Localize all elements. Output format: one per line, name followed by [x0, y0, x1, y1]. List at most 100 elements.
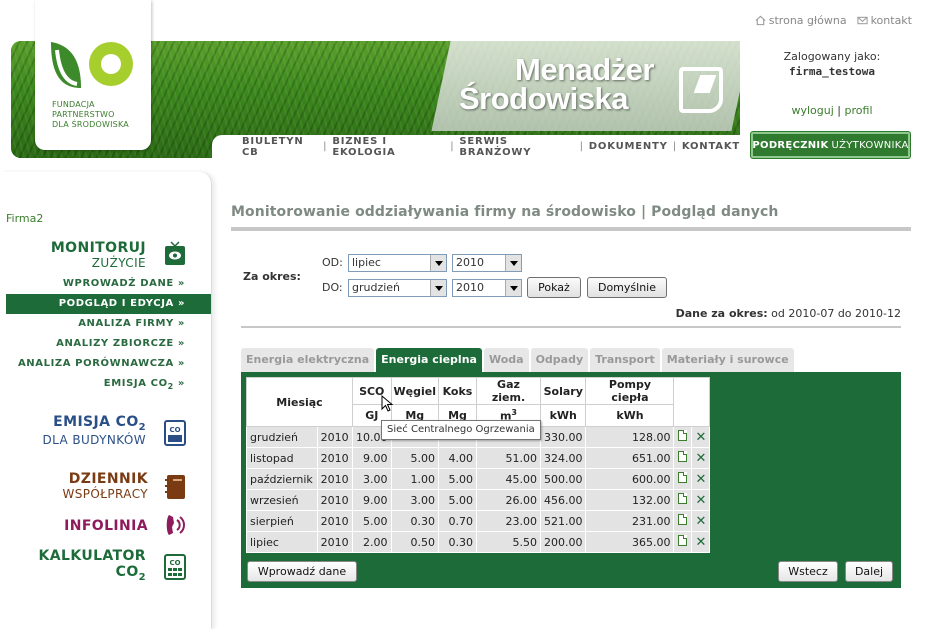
- menu-podglad-edycja[interactable]: PODGLĄD I EDYCJA »: [6, 294, 211, 314]
- document-icon: [678, 514, 688, 525]
- account-links: wyloguj | profil: [752, 104, 912, 117]
- account-links-separator: |: [837, 104, 842, 117]
- tab-materialy[interactable]: Materiały i surowce: [661, 348, 794, 372]
- menu-analiza-firmy[interactable]: ANALIZA FIRMY »: [6, 314, 211, 334]
- document-icon: [678, 451, 688, 462]
- show-button[interactable]: Pokaż: [527, 277, 581, 298]
- column-header-koks: Koks: [437, 377, 477, 405]
- table-row: lipiec 2010 2.00 0.50 0.30 5.50 200.00 365.00 ✕: [246, 531, 711, 553]
- next-button[interactable]: Dalej: [845, 561, 893, 582]
- mail-icon: [856, 16, 868, 25]
- value-cell: 456.00: [539, 489, 587, 511]
- page-title: Monitorowanie oddziaływania firmy na śro…: [231, 204, 779, 220]
- menu-analiza-porownawcza[interactable]: ANALIZA PORÓWNAWCZA »: [6, 354, 211, 374]
- value-cell: 5.50: [475, 531, 541, 553]
- dziennik-section-title[interactable]: DZIENNIK WSPÓŁPRACY: [20, 471, 148, 501]
- monitor-submenu: WPROWADŹ DANE » PODGLĄD I EDYCJA » ANALI…: [6, 274, 211, 394]
- value-cell: 26.00: [475, 489, 541, 511]
- firm-name[interactable]: Firma2: [6, 212, 43, 225]
- value-cell: 5.00: [437, 468, 477, 490]
- value-cell: 0.30: [390, 510, 439, 532]
- value-cell: 2.00: [352, 531, 392, 553]
- contact-link[interactable]: kontakt: [856, 14, 912, 27]
- nav-dokumenty[interactable]: DOKUMENTY: [589, 141, 668, 152]
- user-manual-button[interactable]: PODRĘCZNIK UŻYTKOWNIKA: [751, 132, 910, 158]
- delete-action[interactable]: ✕: [691, 468, 711, 490]
- delete-action[interactable]: ✕: [691, 510, 711, 532]
- value-cell: 0.70: [437, 510, 477, 532]
- kalkulator-section-title[interactable]: KALKULATOR CO2: [20, 548, 146, 583]
- foundation-line2: PARTNERSTWO: [52, 110, 115, 119]
- nav-separator: |: [672, 141, 677, 152]
- nav-biznes[interactable]: BIZNES I EKOLOGIA: [332, 136, 445, 158]
- menu-emisja-co2-text: EMISJA CO: [103, 378, 168, 389]
- delete-icon: ✕: [695, 471, 707, 487]
- nav-separator: |: [450, 141, 455, 152]
- top-links: strona główna kontakt: [755, 14, 912, 27]
- tab-energia-elektryczna[interactable]: Energia elektryczna: [241, 348, 375, 372]
- dziennik-title: DZIENNIK: [68, 471, 148, 487]
- nav-biuletyn[interactable]: BIULETYN CB: [242, 136, 318, 158]
- monitor-section-title[interactable]: MONITORUJ ZUŻYCIE: [20, 240, 146, 270]
- phone-icon: [166, 515, 185, 535]
- logged-in-label: Zalogowany jako:: [783, 50, 881, 63]
- from-label: OD:: [322, 256, 343, 269]
- section-divider: [241, 326, 901, 328]
- edit-action[interactable]: [673, 510, 693, 532]
- monitor-subtitle: ZUŻYCIE: [91, 256, 146, 270]
- dziennik-subtitle: WSPÓŁPRACY: [62, 487, 148, 501]
- banner-logo-mark: [679, 67, 723, 113]
- tab-odpady[interactable]: Odpady: [530, 348, 589, 372]
- column-header-pompy: Pompy ciepła: [585, 377, 675, 405]
- from-year-value: 2010: [456, 256, 484, 269]
- title-divider: [231, 227, 911, 231]
- menu-analizy-zbiorcze[interactable]: ANALIZY ZBIORCZE »: [6, 334, 211, 354]
- unit-gaz-sup: 3: [511, 408, 517, 418]
- tab-energia-cieplna[interactable]: Energia cieplna: [376, 348, 482, 372]
- back-button[interactable]: Wstecz: [778, 561, 838, 582]
- delete-action[interactable]: ✕: [691, 447, 711, 469]
- edit-action[interactable]: [673, 447, 693, 469]
- delete-icon: ✕: [695, 429, 707, 445]
- tab-transport[interactable]: Transport: [590, 348, 660, 372]
- edit-action[interactable]: [673, 468, 693, 490]
- value-cell: 5.00: [352, 510, 392, 532]
- year-cell: 2010: [316, 531, 354, 553]
- value-cell: 324.00: [539, 447, 587, 469]
- default-button[interactable]: Domyślnie: [587, 277, 667, 298]
- emisja-section-title[interactable]: EMISJA CO2 DLA BUDYNKÓW: [20, 414, 146, 447]
- foundation-logo[interactable]: FUNDACJA PARTNERSTWO DLA ŚRODOWISKA: [35, 0, 151, 150]
- nav-serwis[interactable]: SERWIS BRANŻOWY: [459, 136, 574, 158]
- tab-woda[interactable]: Woda: [483, 348, 529, 372]
- document-icon: [678, 493, 688, 504]
- profile-link[interactable]: profil: [845, 104, 873, 117]
- from-year-select[interactable]: 2010: [452, 254, 522, 272]
- delete-action[interactable]: ✕: [691, 426, 711, 448]
- infolinia-section-title[interactable]: INFOLINIA: [20, 518, 148, 534]
- delete-action[interactable]: ✕: [691, 489, 711, 511]
- value-cell: 5.00: [390, 447, 439, 469]
- menu-emisja-co2-suffix: »: [173, 378, 185, 389]
- value-cell: 231.00: [585, 510, 675, 532]
- menu-wprowadz-dane[interactable]: WPROWADŹ DANE »: [6, 274, 211, 294]
- tooltip: Sieć Centralnego Ogrzewania: [381, 420, 541, 440]
- month-cell: październik: [246, 468, 318, 490]
- nav-kontakt[interactable]: KONTAKT: [682, 141, 740, 152]
- value-cell: 9.00: [352, 489, 392, 511]
- chevron-down-icon: [430, 280, 446, 296]
- delete-action[interactable]: ✕: [691, 531, 711, 553]
- menu-emisja-co2[interactable]: EMISJA CO2 »: [6, 374, 211, 394]
- enter-data-button[interactable]: Wprowadź dane: [247, 561, 357, 582]
- to-year-select[interactable]: 2010: [452, 279, 522, 297]
- logout-link[interactable]: wyloguj: [791, 104, 833, 117]
- value-cell: 330.00: [539, 426, 587, 448]
- manual-rest: UŻYTKOWNIKA: [831, 139, 909, 151]
- value-cell: 128.00: [585, 426, 675, 448]
- edit-action[interactable]: [673, 531, 693, 553]
- edit-action[interactable]: [673, 489, 693, 511]
- home-link[interactable]: strona główna: [755, 14, 847, 27]
- from-month-select[interactable]: lipiec: [348, 254, 447, 272]
- to-month-select[interactable]: grudzień: [348, 279, 447, 297]
- chevron-down-icon: [505, 280, 521, 296]
- edit-action[interactable]: [673, 426, 693, 448]
